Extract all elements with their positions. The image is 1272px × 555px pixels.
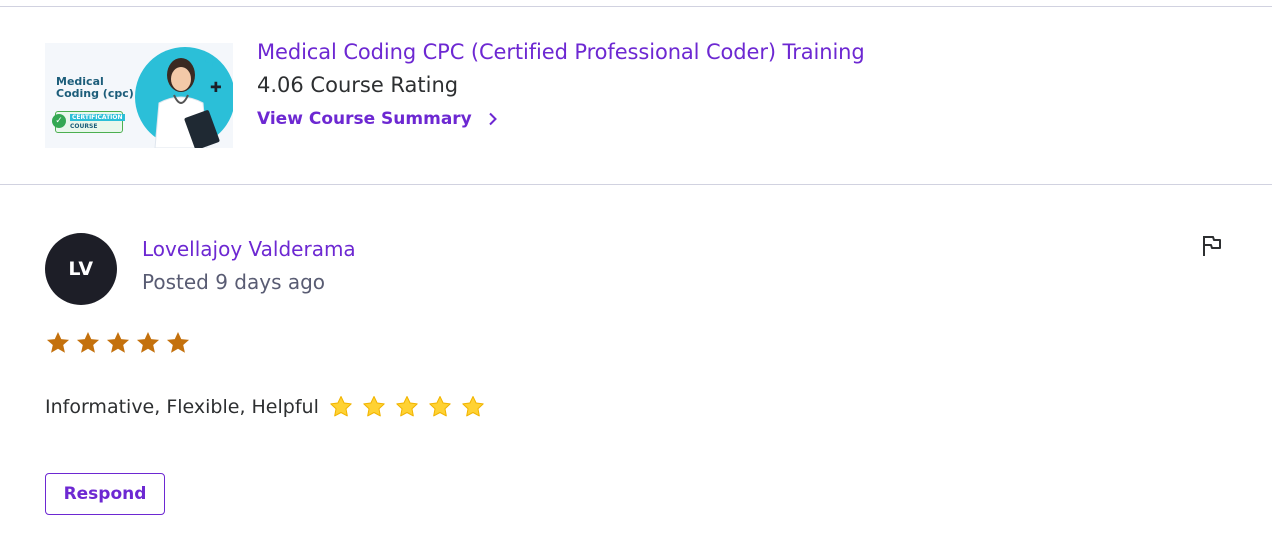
star-icon (46, 331, 70, 353)
reviewer-name-link[interactable]: Lovellajoy Valderama (142, 237, 356, 261)
star-icon (76, 331, 100, 353)
star-emoji-icon (363, 396, 385, 417)
review-body: Informative, Flexible, Helpful (45, 395, 485, 419)
section-divider (0, 184, 1272, 185)
thumbnail-certification-badge: ✓ CERTIFICATION COURSE (52, 111, 125, 133)
view-course-summary-label: View Course Summary (257, 109, 472, 129)
thumbnail-title: Medical Coding (cpc) (56, 76, 134, 100)
plus-icon: ✚ (210, 80, 222, 96)
star-icon (136, 331, 160, 353)
check-icon: ✓ (52, 114, 66, 128)
emoji-stars (329, 395, 485, 419)
course-thumbnail[interactable]: Medical Coding (cpc) ✓ CERTIFICATION COU… (45, 43, 233, 148)
avatar-initials: LV (68, 258, 94, 280)
flag-icon (1203, 236, 1221, 256)
star-icon (166, 331, 190, 353)
star-emoji-icon (330, 396, 352, 417)
badge-line2: COURSE (70, 123, 98, 130)
posted-time: Posted 9 days ago (142, 270, 326, 294)
plus-icon: ✚ (205, 54, 217, 70)
course-title-link[interactable]: Medical Coding CPC (Certified Profession… (257, 40, 865, 64)
star-emoji-icon (462, 396, 484, 417)
top-divider (0, 6, 1272, 7)
respond-button[interactable]: Respond (45, 473, 165, 515)
star-icon (106, 331, 130, 353)
report-flag-button[interactable] (1199, 233, 1225, 259)
star-rating (45, 330, 191, 356)
chevron-right-icon (488, 112, 498, 126)
review-text: Informative, Flexible, Helpful (45, 396, 319, 418)
avatar: LV (45, 233, 117, 305)
view-course-summary-link[interactable]: View Course Summary (257, 109, 498, 129)
star-emoji-icon (429, 396, 451, 417)
badge-line1: CERTIFICATION (70, 114, 125, 121)
doctor-illustration-icon (154, 58, 220, 148)
course-rating: 4.06 Course Rating (257, 73, 459, 97)
thumbnail-title-line2: Coding (cpc) (56, 87, 134, 100)
star-emoji-icon (396, 396, 418, 417)
